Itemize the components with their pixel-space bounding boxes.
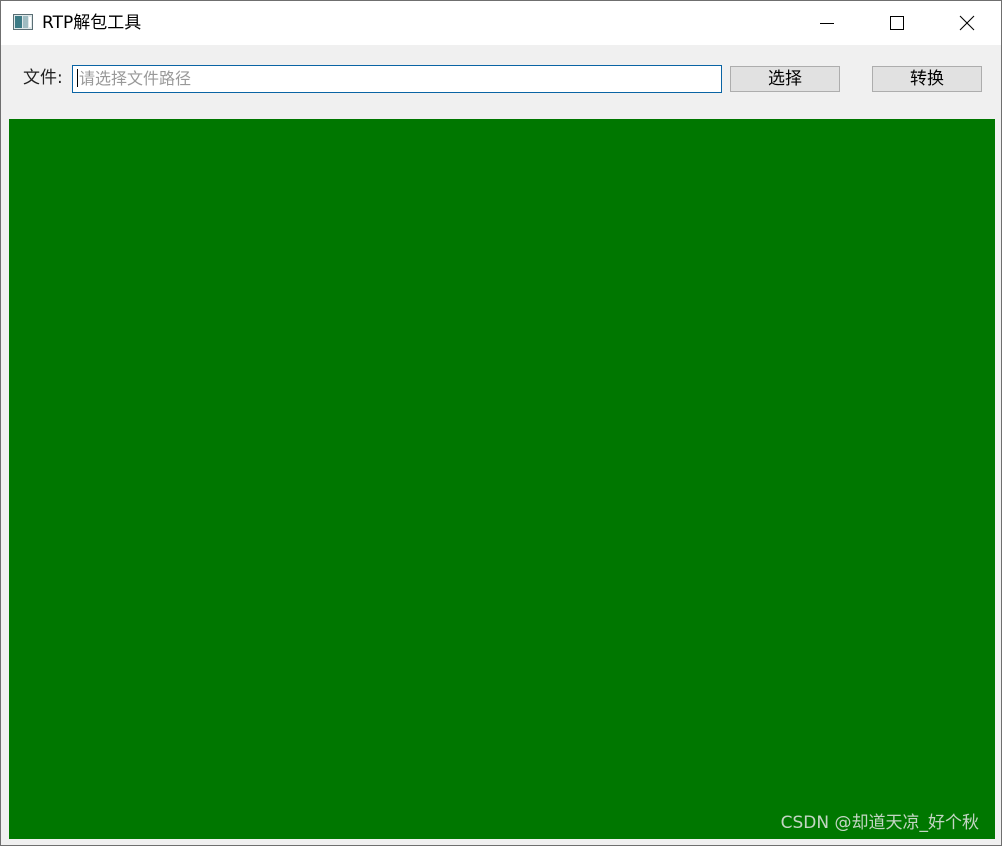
minimize-icon <box>820 23 834 24</box>
video-display-panel: CSDN @却道天凉_好个秋 <box>9 119 995 839</box>
file-path-input[interactable]: 请选择文件路径 <box>72 65 722 93</box>
select-file-button[interactable]: 选择 <box>730 66 840 92</box>
convert-button[interactable]: 转换 <box>872 66 982 92</box>
maximize-icon <box>890 16 904 30</box>
close-button[interactable] <box>932 1 1001 45</box>
close-icon <box>959 15 975 31</box>
file-label: 文件: <box>23 68 63 88</box>
app-window: RTP解包工具 文件: 请选择文件路径 选择 转换 CSDN @却道天凉_好个秋 <box>0 0 1002 846</box>
maximize-button[interactable] <box>862 1 932 45</box>
minimize-button[interactable] <box>792 1 862 45</box>
file-path-placeholder: 请选择文件路径 <box>79 69 192 88</box>
window-title: RTP解包工具 <box>42 13 142 33</box>
watermark-text: CSDN @却道天凉_好个秋 <box>780 813 979 833</box>
title-bar[interactable]: RTP解包工具 <box>1 1 1001 45</box>
app-window-icon <box>13 14 33 30</box>
text-caret <box>77 69 78 87</box>
